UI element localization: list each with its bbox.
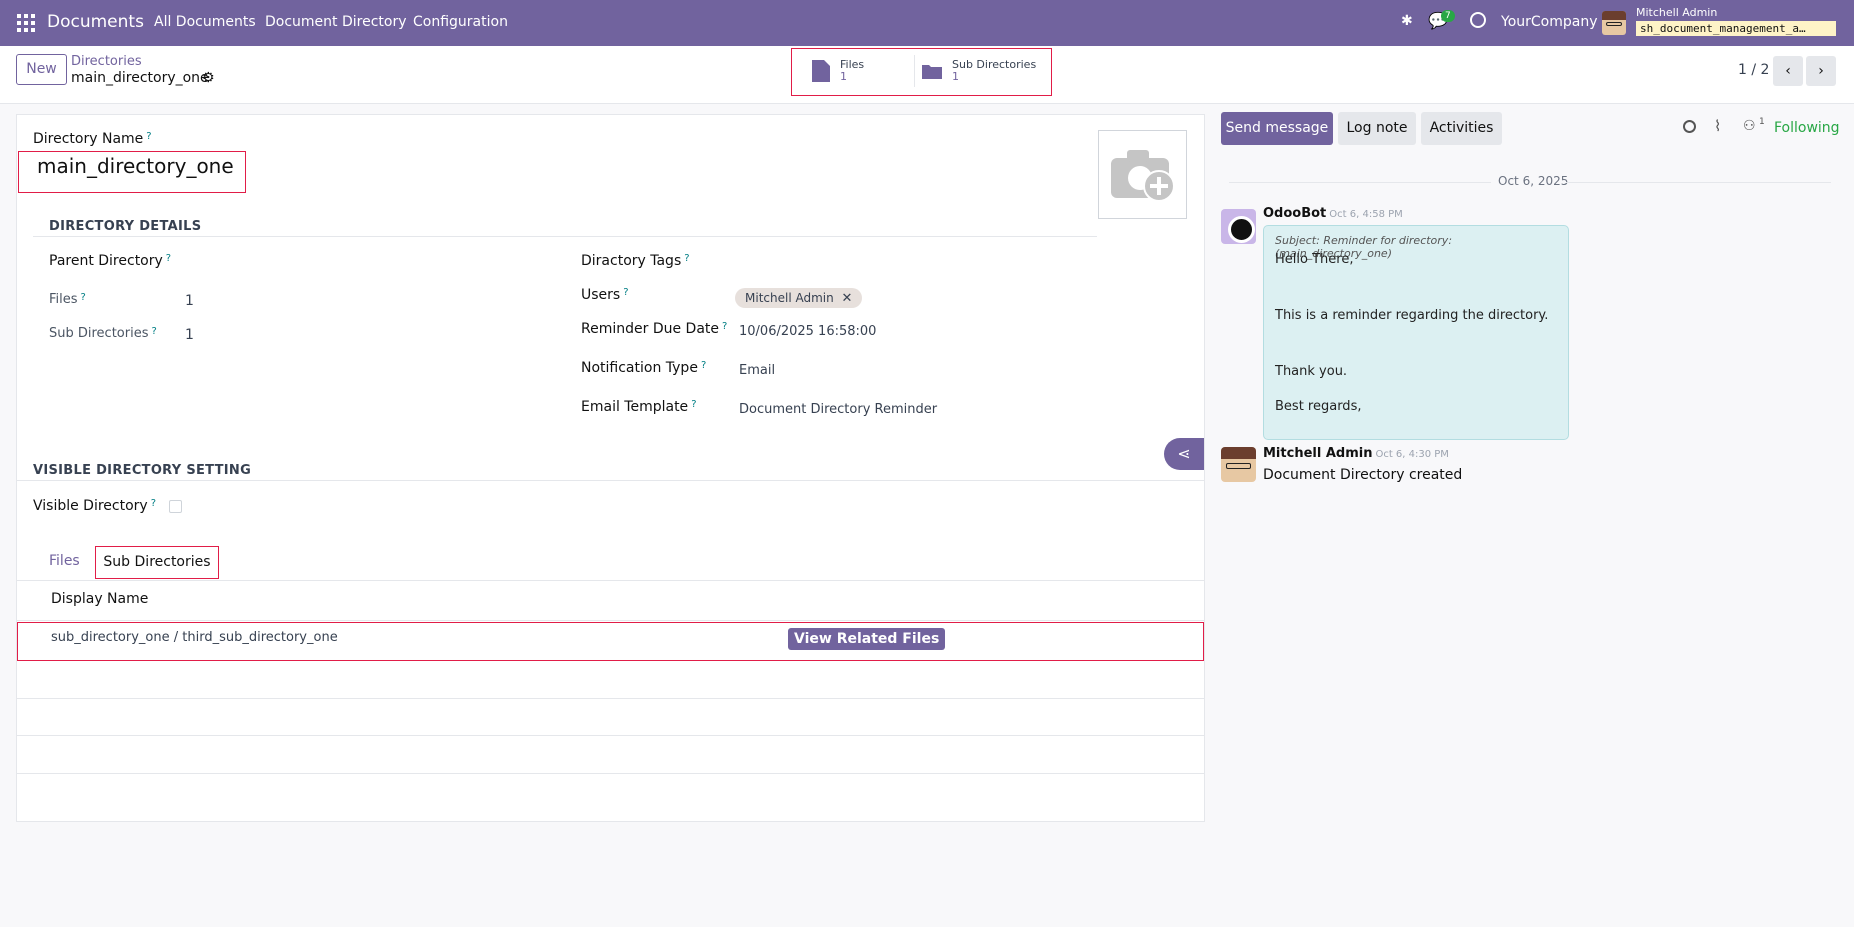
subdirs-smart-button[interactable]: Sub Directories 1	[922, 55, 1040, 87]
apps-grid-icon[interactable]	[17, 14, 35, 32]
followers-count: 1	[1759, 117, 1765, 127]
directory-name-input[interactable]: main_directory_one	[37, 154, 234, 178]
message-date: Oct 6, 4:58 PM	[1329, 209, 1403, 220]
app-name[interactable]: Documents	[47, 12, 144, 32]
visible-directory-checkbox[interactable]	[169, 500, 182, 513]
view-related-files-button[interactable]: View Related Files	[788, 628, 946, 650]
user-tag-label: Mitchell Admin	[745, 291, 834, 305]
directory-name-label: Directory Name?	[33, 131, 152, 147]
pager-prev-button[interactable]: ‹	[1773, 56, 1803, 86]
message-line: This is a reminder regarding the directo…	[1275, 308, 1549, 323]
subdirs-label: Sub Directories?	[49, 326, 157, 341]
email-template-label: Email Template?	[581, 399, 697, 415]
activities-button[interactable]: Activities	[1421, 112, 1502, 145]
user-name[interactable]: Mitchell Admin	[1636, 6, 1717, 19]
breadcrumb-directories[interactable]: Directories	[71, 54, 142, 69]
paperclip-icon[interactable]: ⌇	[1714, 117, 1721, 135]
subdirs-smart-count: 1	[952, 70, 959, 83]
folder-icon	[922, 65, 942, 79]
user-tag[interactable]: Mitchell Admin ✕	[735, 288, 863, 308]
following-button[interactable]: Following	[1774, 120, 1840, 136]
menu-configuration[interactable]: Configuration	[413, 14, 508, 30]
log-note-button[interactable]: Log note	[1338, 112, 1416, 145]
menu-document-directory[interactable]: Document Directory	[265, 14, 407, 30]
directory-details-section: DIRECTORY DETAILS	[49, 219, 202, 234]
user-avatar[interactable]	[1602, 11, 1626, 35]
subdirs-smart-label: Sub Directories	[952, 58, 1037, 71]
clock-icon[interactable]	[1470, 12, 1486, 28]
gear-icon[interactable]: ⚙	[202, 70, 215, 86]
file-icon	[812, 60, 830, 82]
visible-directory-label: Visible Directory?	[33, 498, 157, 514]
odoobot-avatar[interactable]	[1221, 209, 1256, 244]
date-separator: Oct 6, 2025	[1498, 174, 1569, 188]
visible-directory-section: VISIBLE DIRECTORY SETTING	[33, 463, 252, 478]
notification-type-value[interactable]: Email	[739, 363, 775, 378]
send-message-button[interactable]: Send message	[1221, 112, 1333, 145]
message-author: Mitchell Admin Oct 6, 4:30 PM	[1263, 446, 1449, 461]
directory-tags-label: Diractory Tags?	[581, 253, 690, 269]
reminder-value[interactable]: 10/06/2025 16:58:00	[739, 324, 876, 339]
top-navbar: Documents All Documents Document Directo…	[0, 0, 1854, 46]
files-value: 1	[185, 293, 194, 309]
column-display-name[interactable]: Display Name	[51, 591, 148, 607]
mitchell-avatar[interactable]	[1221, 447, 1256, 482]
email-template-value[interactable]: Document Directory Reminder	[739, 402, 937, 417]
pager-value[interactable]: 1 / 2	[1738, 62, 1769, 78]
menu-all-documents[interactable]: All Documents	[154, 14, 256, 30]
message-line: Hello There,	[1275, 252, 1354, 267]
message-bubble: Subject: Reminder for directory: (main_d…	[1263, 225, 1569, 440]
files-smart-count: 1	[840, 70, 847, 83]
share-button[interactable]: ⋖	[1164, 438, 1204, 470]
tab-sub-directories[interactable]: Sub Directories	[95, 546, 219, 579]
parent-directory-label: Parent Directory?	[49, 253, 172, 269]
message-body: Document Directory created	[1263, 467, 1463, 483]
message-line: Best regards,	[1275, 399, 1362, 414]
database-name: sh_document_management_a…	[1636, 21, 1836, 36]
new-button[interactable]: New	[16, 54, 67, 85]
search-icon[interactable]	[1683, 120, 1696, 133]
image-upload[interactable]	[1098, 130, 1187, 219]
messages-badge: 7	[1441, 10, 1455, 22]
pager-next-button[interactable]: ›	[1806, 56, 1836, 86]
remove-tag-icon[interactable]: ✕	[842, 291, 853, 306]
users-label: Users?	[581, 287, 629, 303]
subdirs-value: 1	[185, 327, 194, 343]
bug-icon[interactable]: ✱	[1401, 13, 1413, 29]
message-date: Oct 6, 4:30 PM	[1375, 449, 1449, 460]
files-label: Files?	[49, 292, 86, 307]
message-line: Thank you.	[1275, 364, 1348, 379]
notification-type-label: Notification Type?	[581, 360, 707, 376]
camera-add-icon	[1111, 150, 1175, 202]
tab-files[interactable]: Files	[49, 553, 80, 569]
followers-icon[interactable]: ⚇	[1743, 118, 1756, 134]
files-smart-button[interactable]: Files 1	[812, 55, 914, 87]
list-row-display-name[interactable]: sub_directory_one / third_sub_directory_…	[51, 630, 338, 645]
reminder-label: Reminder Due Date?	[581, 321, 728, 337]
breadcrumb-current: main_directory_one	[71, 70, 209, 86]
message-author: OdooBot Oct 6, 4:58 PM	[1263, 206, 1403, 221]
company-switcher[interactable]: YourCompany	[1501, 14, 1598, 30]
share-icon: ⋖	[1177, 444, 1191, 463]
